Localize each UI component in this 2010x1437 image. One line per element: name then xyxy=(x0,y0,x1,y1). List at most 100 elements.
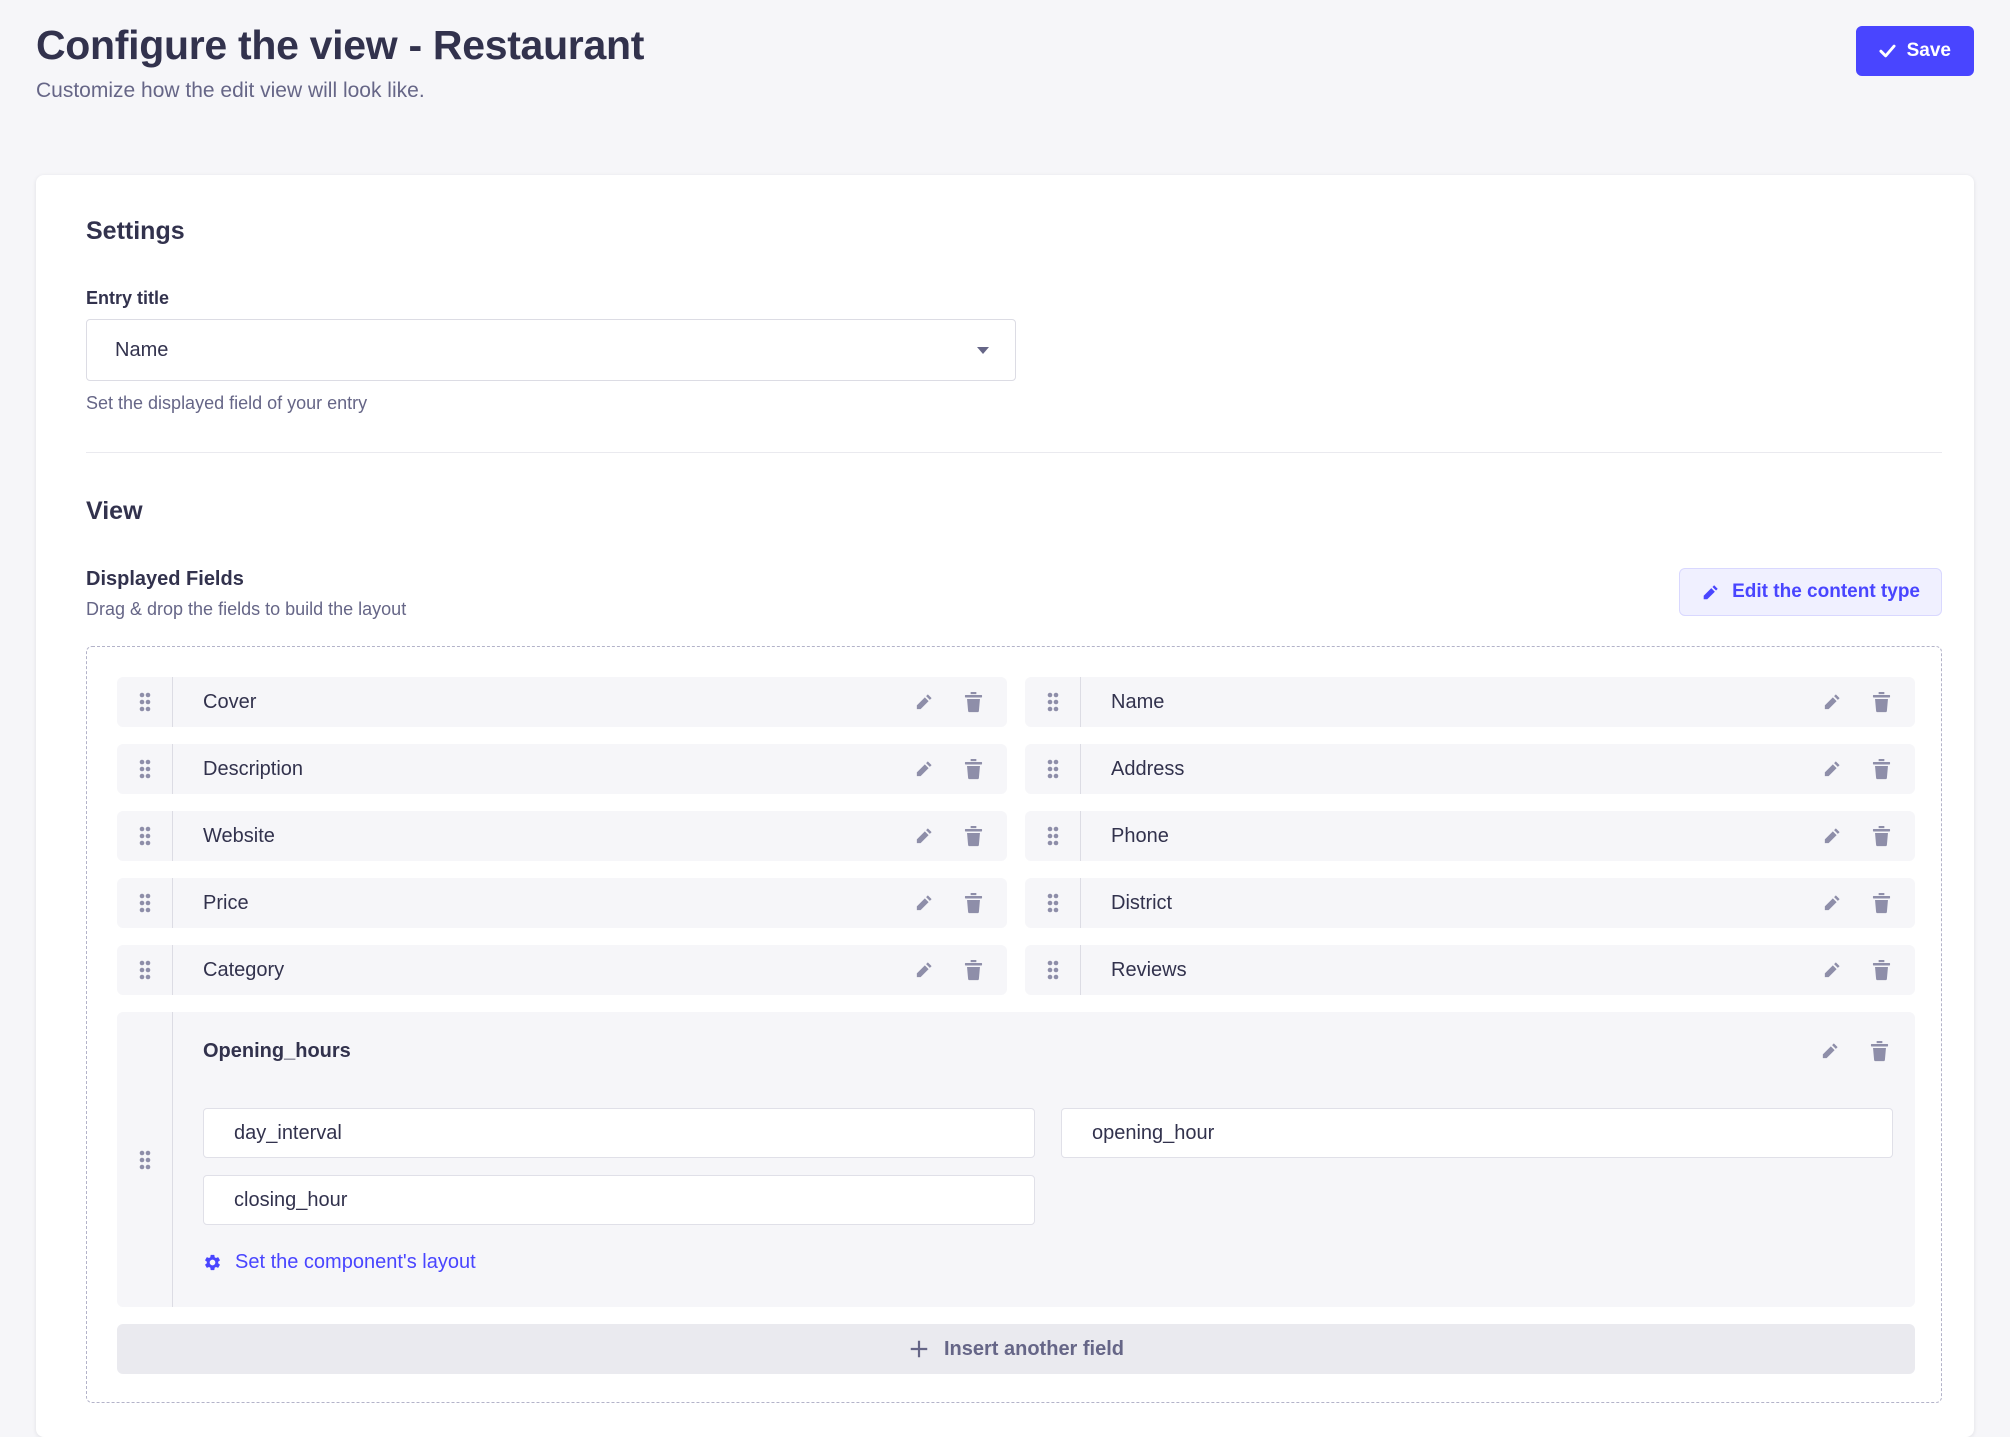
view-section-title: View xyxy=(86,497,1942,526)
edit-field-button[interactable] xyxy=(1820,690,1844,714)
pencil-icon xyxy=(914,692,934,712)
displayed-fields-heading-group: Displayed Fields Drag & drop the fields … xyxy=(86,568,406,620)
delete-field-button[interactable] xyxy=(962,823,985,849)
delete-field-button[interactable] xyxy=(962,957,985,983)
set-component-layout-link[interactable]: Set the component's layout xyxy=(203,1251,476,1274)
drag-handle-icon[interactable] xyxy=(1025,878,1081,928)
edit-field-button[interactable] xyxy=(1820,824,1844,848)
set-component-layout-label: Set the component's layout xyxy=(235,1251,476,1274)
field-label: Description xyxy=(203,758,303,781)
field-label: Name xyxy=(1111,691,1164,714)
edit-field-button[interactable] xyxy=(1820,958,1844,982)
edit-content-type-button[interactable]: Edit the content type xyxy=(1679,568,1942,616)
drag-handle-icon[interactable] xyxy=(117,878,173,928)
pencil-icon xyxy=(1701,583,1720,602)
field-row-phone[interactable]: Phone xyxy=(1025,811,1915,861)
delete-field-button[interactable] xyxy=(1870,756,1893,782)
page-heading-group: Configure the view - Restaurant Customiz… xyxy=(36,22,644,103)
trash-icon xyxy=(964,691,983,713)
trash-icon xyxy=(964,892,983,914)
entry-title-label: Entry title xyxy=(86,288,1942,309)
trash-icon xyxy=(964,758,983,780)
field-row-cover[interactable]: Cover xyxy=(117,677,1007,727)
subfield-label: closing_hour xyxy=(234,1189,347,1212)
field-label: Website xyxy=(203,825,275,848)
field-row-name[interactable]: Name xyxy=(1025,677,1915,727)
field-row-address[interactable]: Address xyxy=(1025,744,1915,794)
drag-handle-icon[interactable] xyxy=(117,945,173,995)
pencil-icon xyxy=(1822,759,1842,779)
edit-field-button[interactable] xyxy=(912,757,936,781)
edit-field-button[interactable] xyxy=(1820,891,1844,915)
entry-title-hint: Set the displayed field of your entry xyxy=(86,393,1942,414)
pencil-icon xyxy=(1822,826,1842,846)
subfield-opening-hour[interactable]: opening_hour xyxy=(1061,1108,1893,1158)
trash-icon xyxy=(1872,892,1891,914)
edit-field-button[interactable] xyxy=(912,891,936,915)
edit-field-button[interactable] xyxy=(1818,1039,1842,1063)
delete-field-button[interactable] xyxy=(962,890,985,916)
delete-field-button[interactable] xyxy=(1868,1038,1891,1064)
field-row-website[interactable]: Website xyxy=(117,811,1007,861)
page-title: Configure the view - Restaurant xyxy=(36,22,644,69)
plus-icon xyxy=(908,1338,930,1360)
entry-title-select[interactable]: Name xyxy=(86,319,1016,381)
field-label: Category xyxy=(203,959,284,982)
drag-handle-icon[interactable] xyxy=(117,677,173,727)
edit-field-button[interactable] xyxy=(1820,757,1844,781)
field-row-price[interactable]: Price xyxy=(117,878,1007,928)
drag-handle-icon[interactable] xyxy=(1025,811,1081,861)
delete-field-button[interactable] xyxy=(1870,957,1893,983)
displayed-fields-title: Displayed Fields xyxy=(86,568,406,591)
trash-icon xyxy=(964,825,983,847)
drag-handle-icon[interactable] xyxy=(1025,945,1081,995)
displayed-fields-hint: Drag & drop the fields to build the layo… xyxy=(86,599,406,620)
trash-icon xyxy=(964,959,983,981)
delete-field-button[interactable] xyxy=(962,689,985,715)
delete-field-button[interactable] xyxy=(1870,689,1893,715)
pencil-icon xyxy=(1822,692,1842,712)
displayed-fields-header: Displayed Fields Drag & drop the fields … xyxy=(86,568,1942,620)
configuration-card: Settings Entry title Name Set the displa… xyxy=(36,175,1974,1437)
field-label: District xyxy=(1111,892,1172,915)
trash-icon xyxy=(1872,758,1891,780)
field-row-description[interactable]: Description xyxy=(117,744,1007,794)
delete-field-button[interactable] xyxy=(1870,890,1893,916)
edit-field-button[interactable] xyxy=(912,690,936,714)
field-label: Price xyxy=(203,892,249,915)
save-button[interactable]: Save xyxy=(1856,26,1974,76)
pencil-icon xyxy=(1820,1041,1840,1061)
drag-handle-icon[interactable] xyxy=(117,1012,173,1307)
pencil-icon xyxy=(1822,893,1842,913)
settings-section: Settings Entry title Name Set the displa… xyxy=(86,217,1942,414)
component-row-opening-hours[interactable]: Opening_hours day_interval opening_hour … xyxy=(117,1012,1915,1307)
save-button-label: Save xyxy=(1907,40,1951,62)
drag-handle-icon[interactable] xyxy=(1025,744,1081,794)
delete-field-button[interactable] xyxy=(1870,823,1893,849)
trash-icon xyxy=(1872,959,1891,981)
subfield-closing-hour[interactable]: closing_hour xyxy=(203,1175,1035,1225)
section-divider xyxy=(86,452,1942,453)
pencil-icon xyxy=(914,826,934,846)
view-section: View Displayed Fields Drag & drop the fi… xyxy=(86,497,1942,1403)
drag-handle-icon[interactable] xyxy=(1025,677,1081,727)
edit-field-button[interactable] xyxy=(912,824,936,848)
chevron-down-icon xyxy=(977,347,989,354)
trash-icon xyxy=(1872,691,1891,713)
subfield-day-interval[interactable]: day_interval xyxy=(203,1108,1035,1158)
insert-another-field-label: Insert another field xyxy=(944,1338,1124,1361)
field-row-district[interactable]: District xyxy=(1025,878,1915,928)
delete-field-button[interactable] xyxy=(962,756,985,782)
insert-another-field-button[interactable]: Insert another field xyxy=(117,1324,1915,1374)
drag-handle-icon[interactable] xyxy=(117,811,173,861)
drag-handle-icon[interactable] xyxy=(117,744,173,794)
entry-title-select-value: Name xyxy=(115,339,168,362)
field-label: Cover xyxy=(203,691,256,714)
component-label: Opening_hours xyxy=(203,1040,351,1063)
pencil-icon xyxy=(914,759,934,779)
edit-field-button[interactable] xyxy=(912,958,936,982)
field-row-reviews[interactable]: Reviews xyxy=(1025,945,1915,995)
edit-content-type-label: Edit the content type xyxy=(1732,581,1920,603)
field-row-category[interactable]: Category xyxy=(117,945,1007,995)
field-label: Phone xyxy=(1111,825,1169,848)
